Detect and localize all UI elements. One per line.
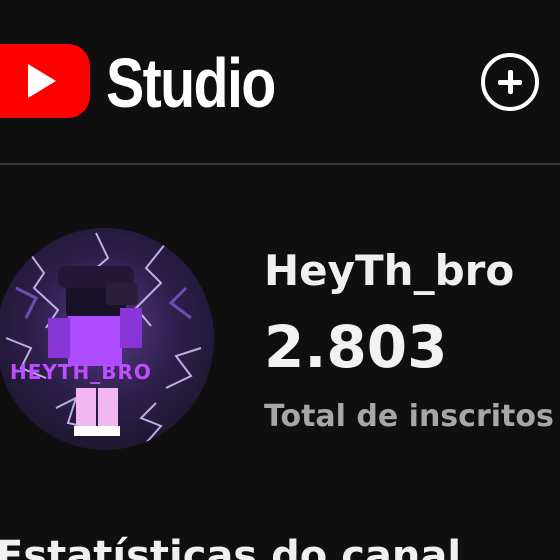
plus-icon-vertical <box>508 70 513 94</box>
youtube-logo-icon[interactable] <box>0 44 90 118</box>
studio-title: Studio <box>106 44 276 122</box>
header-divider <box>0 163 560 165</box>
avatar-artwork-icon <box>5 232 202 444</box>
avatar-caption: HEYTH_BRO <box>10 360 152 384</box>
subscriber-label: Total de inscritos <box>264 399 554 434</box>
play-icon <box>28 64 56 98</box>
studio-app-screen: Studio HEYTH_BRO HeyTh_bro 2.803 Total d… <box>0 0 560 560</box>
create-button[interactable] <box>481 53 539 111</box>
app-header: Studio <box>0 0 560 164</box>
stats-section-title: Estatísticas do canal <box>0 533 462 560</box>
subscriber-count: 2.803 <box>264 313 448 381</box>
channel-avatar[interactable] <box>0 228 214 450</box>
channel-name[interactable]: HeyTh_bro <box>264 244 514 298</box>
